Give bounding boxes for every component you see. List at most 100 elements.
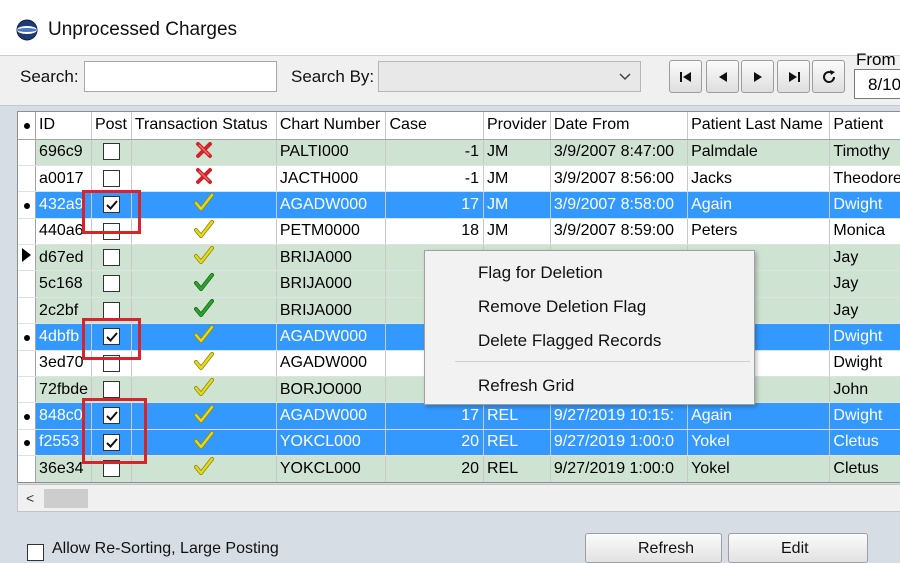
column-header-date-from[interactable]: Date From	[550, 112, 689, 140]
row-indicator[interactable]	[18, 270, 37, 298]
cell-post[interactable]	[91, 376, 132, 404]
cell-patient-last-name: Peters	[687, 218, 831, 246]
refresh-grid-button[interactable]: Refresh	[585, 533, 722, 563]
cell-post[interactable]	[91, 402, 132, 430]
cell-chart-number: BORJO000	[276, 376, 387, 404]
post-checkbox[interactable]	[102, 407, 120, 425]
cell-id: 440a6	[35, 218, 92, 246]
cell-id: 36e34	[35, 455, 92, 482]
scroll-left-icon[interactable]: <	[26, 490, 34, 506]
cell-date-from: 3/9/2007 8:58:00	[550, 191, 689, 219]
refresh-icon	[822, 69, 835, 83]
horizontal-scrollbar[interactable]: <	[17, 484, 900, 512]
next-record-button[interactable]	[741, 60, 774, 93]
cell-post[interactable]	[91, 350, 132, 378]
column-header-patient-first-name[interactable]: Patient	[829, 112, 900, 140]
check-mark-icon	[193, 378, 214, 397]
search-input[interactable]	[84, 61, 277, 92]
edit-button[interactable]: Edit	[728, 533, 868, 563]
post-checkbox[interactable]	[102, 460, 120, 478]
cell-post[interactable]	[91, 244, 132, 272]
from-date-field[interactable]: 8/10	[854, 69, 900, 99]
cell-status	[131, 191, 277, 219]
cell-chart-number: YOKCL000	[276, 455, 387, 482]
chevron-down-icon	[619, 73, 631, 81]
cell-patient-first-name: Cletus	[829, 429, 900, 457]
post-checkbox[interactable]	[102, 301, 120, 319]
row-indicator[interactable]	[18, 455, 37, 482]
cell-post[interactable]	[91, 455, 132, 482]
column-header-post[interactable]: Post	[91, 112, 132, 140]
table-row[interactable]: 432a9 AGADW000 17 JM 3/9/2007 8:58:00 Again Dw…	[18, 191, 900, 219]
cell-post[interactable]	[91, 270, 132, 298]
post-checkbox[interactable]	[102, 380, 120, 398]
cell-provider: JM	[483, 139, 551, 166]
row-indicator[interactable]	[18, 376, 37, 404]
cell-post[interactable]	[91, 191, 132, 219]
table-row[interactable]: a0017 JACTH000 -1 JM 3/9/2007 8:56:00 Jacks Th…	[18, 165, 900, 193]
row-indicator[interactable]	[18, 429, 37, 457]
previous-record-button[interactable]	[706, 60, 739, 93]
post-checkbox[interactable]	[102, 196, 120, 214]
table-row[interactable]: 848c0 AGADW000 17 REL 9/27/2019 10:15: Again D…	[18, 402, 900, 430]
table-row[interactable]: 36e34 YOKCL000 20 REL 9/27/2019 1:00:0 Yokel C…	[18, 455, 900, 482]
column-header-provider[interactable]: Provider	[483, 112, 551, 140]
refresh-button[interactable]	[812, 60, 845, 93]
cell-patient-last-name: Palmdale	[687, 139, 831, 166]
column-header-transaction-status[interactable]: Transaction Status	[131, 112, 277, 140]
cell-provider: JM	[483, 165, 551, 193]
cell-post[interactable]	[91, 218, 132, 246]
cell-patient-last-name: Yokel	[687, 455, 831, 482]
cell-post[interactable]	[91, 323, 132, 351]
menu-item-refresh-grid[interactable]: Refresh Grid	[478, 376, 574, 396]
post-checkbox[interactable]	[102, 169, 120, 187]
row-indicator[interactable]	[18, 350, 37, 378]
column-header-id[interactable]: ID	[35, 112, 92, 140]
cell-chart-number: AGADW000	[276, 402, 387, 430]
cell-patient-first-name: Dwight	[829, 323, 900, 351]
column-header-case[interactable]: Case	[385, 112, 484, 140]
row-indicator[interactable]	[18, 297, 37, 325]
cell-provider: JM	[483, 218, 551, 246]
table-row[interactable]: 696c9 PALTI000 -1 JM 3/9/2007 8:47:00 Palmdal…	[18, 139, 900, 166]
menu-item-remove-deletion-flag[interactable]: Remove Deletion Flag	[478, 297, 646, 317]
column-header-patient-last-name[interactable]: Patient Last Name	[687, 112, 831, 140]
post-checkbox[interactable]	[102, 249, 120, 267]
cell-chart-number: BRIJA000	[276, 244, 387, 272]
last-record-button[interactable]	[777, 60, 810, 93]
search-by-select[interactable]	[378, 61, 641, 92]
post-checkbox[interactable]	[102, 275, 120, 293]
row-indicator[interactable]	[18, 244, 37, 272]
table-row[interactable]: 440a6 PETM0000 18 JM 3/9/2007 8:59:00 Peters M…	[18, 218, 900, 246]
row-indicator[interactable]	[18, 323, 37, 351]
post-checkbox[interactable]	[102, 433, 120, 451]
cell-post[interactable]	[91, 429, 132, 457]
scrollbar-thumb[interactable]	[44, 489, 88, 508]
table-row[interactable]: f2553 YOKCL000 20 REL 9/27/2019 1:00:0 Yokel C…	[18, 429, 900, 457]
title-bar: Unprocessed Charges	[0, 0, 900, 56]
row-indicator[interactable]	[18, 191, 37, 219]
cell-date-from: 3/9/2007 8:47:00	[550, 139, 689, 166]
allow-resorting-checkbox[interactable]	[27, 544, 44, 561]
cell-post[interactable]	[91, 165, 132, 193]
row-indicator[interactable]	[18, 218, 37, 246]
menu-item-delete-flagged-records[interactable]: Delete Flagged Records	[478, 331, 661, 351]
cell-post[interactable]	[91, 139, 132, 166]
post-checkbox[interactable]	[102, 222, 120, 240]
cell-post[interactable]	[91, 297, 132, 325]
row-indicator[interactable]	[18, 165, 37, 193]
cell-status	[131, 297, 277, 325]
cell-id: 2c2bf	[35, 297, 92, 325]
menu-item-flag-for-deletion[interactable]: Flag for Deletion	[478, 263, 603, 283]
cell-case: 17	[385, 402, 484, 430]
cell-case: 18	[385, 218, 484, 246]
row-indicator[interactable]	[18, 139, 37, 166]
first-record-button[interactable]	[669, 60, 702, 93]
post-checkbox[interactable]	[102, 143, 120, 161]
cell-provider: REL	[483, 402, 551, 430]
post-checkbox[interactable]	[102, 354, 120, 372]
column-header-chart-number[interactable]: Chart Number	[276, 112, 387, 140]
selected-dot-icon	[23, 414, 30, 421]
post-checkbox[interactable]	[102, 328, 120, 346]
row-indicator[interactable]	[18, 402, 37, 430]
